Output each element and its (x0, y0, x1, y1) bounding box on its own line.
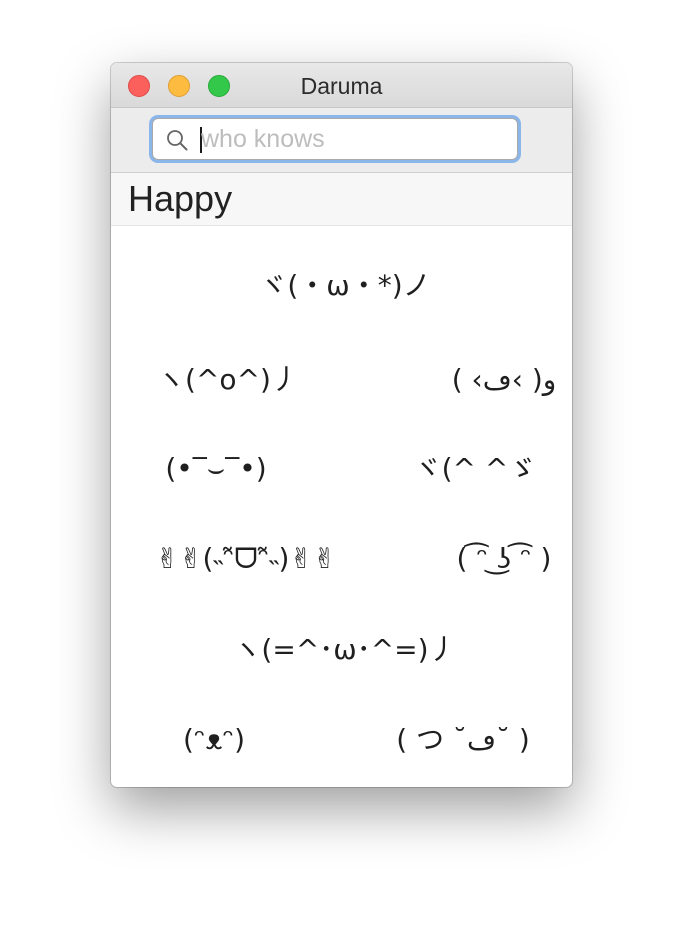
title-bar: Daruma (111, 63, 572, 108)
emoticon-item[interactable]: ✌✌(˵ᵔ̃ᗜᵔ̃˵)✌✌ (156, 541, 337, 577)
emoticon-item[interactable]: ヽ(=^･ω･^=)丿 (233, 632, 456, 668)
search-input[interactable] (201, 120, 501, 158)
window-title: Daruma (300, 73, 383, 99)
app-window: Daruma Happy ヾ(・ω・*)ノ ヽ(^o^)丿 ( ‹ڡ‹ )و (… (111, 63, 572, 787)
emoticon-item[interactable]: ( ‹ڡ‹ )و (452, 362, 557, 398)
emoticon-item[interactable]: ヽ(^o^)丿 (157, 362, 299, 398)
search-icon (167, 130, 188, 151)
section-header: Happy (111, 173, 572, 226)
emoticon-item[interactable]: ( つ ˘ڡ˘ ) (396, 722, 530, 758)
emoticon-item[interactable]: (ᵔᴥᵔ) (183, 722, 245, 758)
toolbar (111, 108, 572, 173)
section-title: Happy (128, 178, 233, 219)
emoticon-item[interactable]: (•‾⌣‾•) (165, 451, 266, 487)
emoticon-item[interactable]: ヾ(^ ^ゞ (414, 451, 537, 487)
emoticon-item[interactable]: ヾ(・ω・*)ノ (259, 268, 430, 304)
search-field[interactable] (152, 118, 518, 160)
emoticon-item[interactable]: ( ͡ᵔ ͜ʖ ͡ᵔ ) (457, 541, 552, 577)
